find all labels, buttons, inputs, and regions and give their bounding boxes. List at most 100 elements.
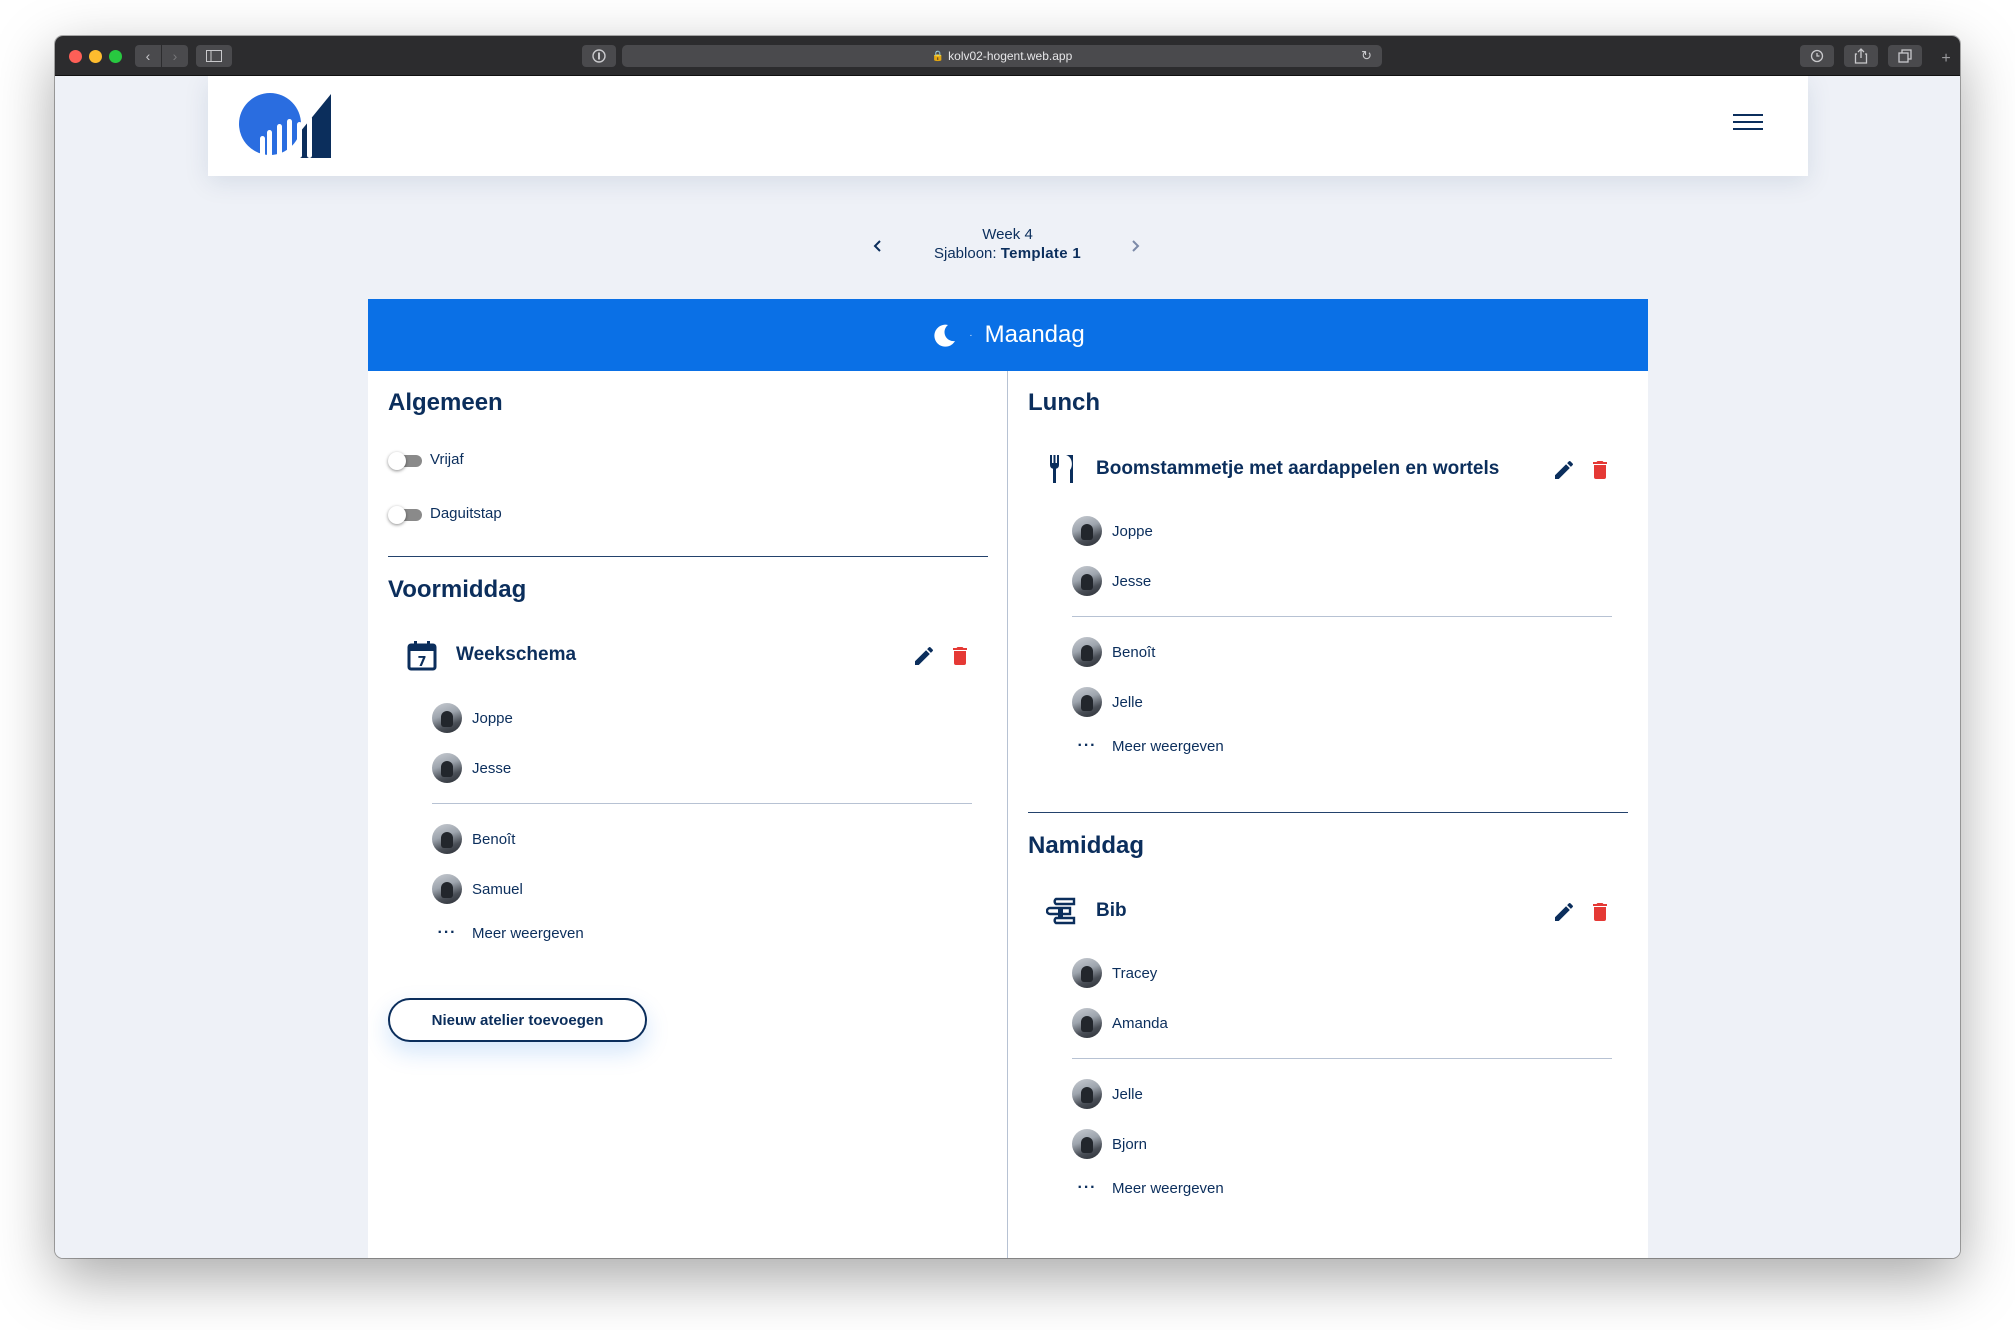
calendar-icon: 7 [407,641,437,671]
week-navigator: Week 4 Sjabloon: Template 1 [55,226,1960,262]
lunch-title: Lunch [1028,389,1100,416]
cutlery-icon [1050,455,1073,483]
mentor-item[interactable]: Joppe [432,703,513,733]
toggle-row-vrijaf: Vrijaf [388,451,464,470]
desktop: ‹ › 🔒 kolv02-hogent.web.app ↻ + Week 4 S… [0,0,2015,1330]
template-label: Sjabloon: Template 1 [55,245,1960,262]
app-header [208,76,1808,176]
person-name: Jesse [472,759,512,777]
clock-icon [1810,49,1824,63]
minimize-window-button[interactable] [89,50,102,63]
privacy-report-button[interactable] [582,45,616,67]
svg-text:7: 7 [417,655,426,670]
chevron-right-icon [1132,240,1140,252]
menu-button[interactable] [1733,114,1763,134]
client-item[interactable]: Benoît [432,824,515,854]
vrijaf-toggle[interactable] [388,451,422,470]
atelier-weekschema[interactable]: 7 Weekschema [406,639,576,671]
reload-icon[interactable]: ↻ [1361,48,1372,64]
delete-button[interactable] [1588,458,1612,482]
url-text: kolv02-hogent.web.app [948,49,1073,63]
avatar [1072,637,1102,667]
client-item[interactable]: Jelle [1072,687,1143,717]
mentor-client-divider [1072,616,1612,617]
tabs-overview-button[interactable] [1888,45,1922,67]
lock-icon: 🔒 [931,50,945,62]
moon-icon [934,324,956,347]
mentor-item[interactable]: Jesse [432,753,511,783]
hamburger-line [1733,128,1763,130]
client-item[interactable]: Jelle [1072,1079,1143,1109]
avatar [432,753,462,783]
show-more-label: Meer weergeven [472,924,584,942]
week-label: Week 4 [982,226,1033,243]
avatar [1072,1129,1102,1159]
delete-button[interactable] [948,644,972,668]
show-more-link[interactable]: ··· Meer weergeven [432,924,584,942]
hamburger-line [1733,121,1763,123]
page-viewport: Week 4 Sjabloon: Template 1 · Maandag Al… [55,76,1960,1258]
mentor-item[interactable]: Jesse [1072,566,1151,596]
more-dots-icon: ··· [1077,737,1097,754]
sidebar-toggle-button[interactable] [196,45,232,67]
namiddag-title: Namiddag [1028,832,1145,859]
toggle-row-daguitstap: Daguitstap [388,505,502,524]
edit-button[interactable] [912,644,936,668]
atelier-lunch[interactable]: Boomstammetje met aardappelen en wortels [1046,453,1499,485]
template-prefix: Sjabloon: [934,245,997,262]
day-name: Maandag [984,321,1085,348]
vrijaf-label: Vrijaf [430,451,464,468]
show-more-label: Meer weergeven [1112,1179,1224,1197]
downloads-button[interactable] [1800,45,1834,67]
person-name: Amanda [1112,1014,1168,1032]
client-item[interactable]: Bjorn [1072,1129,1147,1159]
new-tab-button[interactable]: + [1935,50,1957,76]
back-button[interactable]: ‹ [135,45,161,67]
person-name: Jesse [1112,572,1152,590]
section-divider [388,556,988,557]
avatar [1072,1079,1102,1109]
browser-toolbar: ‹ › 🔒 kolv02-hogent.web.app ↻ + [55,36,1960,76]
pencil-icon [915,646,934,665]
close-window-button[interactable] [69,50,82,63]
show-more-label: Meer weergeven [1112,737,1224,755]
avatar [1072,566,1102,596]
show-more-link[interactable]: ··· Meer weergeven [1072,737,1224,755]
sidebar-icon [206,50,222,62]
logo[interactable] [238,92,333,158]
trash-icon [953,647,967,665]
zoom-window-button[interactable] [109,50,122,63]
address-bar[interactable]: 🔒 kolv02-hogent.web.app ↻ [622,45,1382,67]
client-item[interactable]: Benoît [1072,637,1155,667]
daguitstap-toggle[interactable] [388,505,422,524]
avatar [1072,958,1102,988]
pencil-icon [1555,902,1574,921]
delete-button[interactable] [1588,900,1612,924]
books-icon [1046,897,1076,925]
show-more-link[interactable]: ··· Meer weergeven [1072,1179,1224,1197]
separator-dot: · [969,329,973,341]
trash-icon [1593,903,1607,921]
atelier-bib[interactable]: Bib [1046,895,1127,927]
hamburger-line [1733,114,1763,116]
edit-button[interactable] [1552,900,1576,924]
mentor-item[interactable]: Joppe [1072,516,1153,546]
forward-button[interactable]: › [162,45,188,67]
person-name: Benoît [1112,643,1156,661]
person-name: Bjorn [1112,1135,1148,1153]
atelier-name: Bib [1096,900,1127,921]
day-header: · Maandag [368,299,1648,371]
avatar [1072,1008,1102,1038]
add-atelier-button[interactable]: Nieuw atelier toevoegen [388,998,647,1042]
mentor-item[interactable]: Tracey [1072,958,1157,988]
next-week-button[interactable] [1129,236,1141,259]
mentor-item[interactable]: Amanda [1072,1008,1168,1038]
day-card: · Maandag Algemeen Vrijaf Daguitstap Voo… [368,299,1648,1258]
share-button[interactable] [1844,45,1878,67]
atelier-name: Weekschema [456,644,577,665]
browser-window: ‹ › 🔒 kolv02-hogent.web.app ↻ + Week 4 S… [55,36,1960,1258]
day-columns: Algemeen Vrijaf Daguitstap Voormiddag 7 … [368,371,1648,1258]
client-item[interactable]: Samuel [432,874,523,904]
edit-button[interactable] [1552,458,1576,482]
pencil-icon [1555,460,1574,479]
